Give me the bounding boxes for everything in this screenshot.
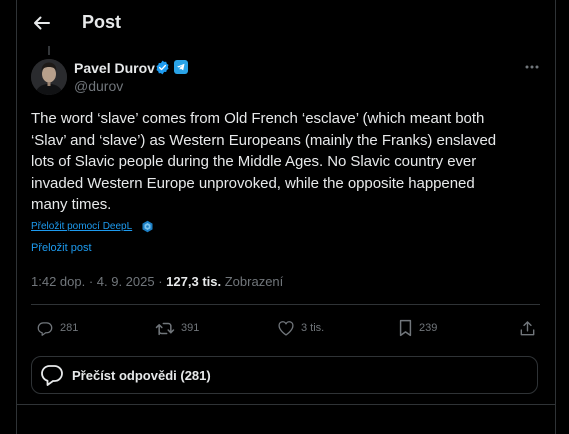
more-options-button[interactable] bbox=[521, 59, 543, 75]
bottom-divider bbox=[17, 404, 555, 405]
views-label: Zobrazení bbox=[224, 274, 284, 289]
bookmark-count: 239 bbox=[419, 322, 438, 334]
read-replies-button[interactable]: Přečíst odpovědi (281) bbox=[31, 356, 538, 394]
author-name[interactable]: Pavel Durov bbox=[74, 60, 155, 76]
page-title: Post bbox=[82, 12, 122, 32]
avatar[interactable] bbox=[31, 59, 67, 95]
post-text-line: invaded Western Europe unprovoked, while… bbox=[31, 174, 475, 192]
repost-count: 391 bbox=[181, 322, 200, 334]
post-meta: 1:42 dop. · 4. 9. 2025 · 127,3 tis. Zobr… bbox=[31, 274, 283, 289]
arrow-left-icon bbox=[33, 16, 50, 30]
avatar-image bbox=[31, 59, 67, 95]
column-border-right bbox=[555, 0, 556, 434]
verified-badge-icon bbox=[156, 60, 169, 75]
thread-line bbox=[48, 46, 50, 55]
reply-count: 281 bbox=[60, 322, 79, 334]
deepl-icon bbox=[142, 220, 153, 233]
back-button[interactable] bbox=[31, 12, 51, 34]
post-text-line: lots of Slavic people during the Middle … bbox=[31, 153, 477, 171]
header: Post bbox=[17, 0, 555, 46]
views-count: 127,3 tis. bbox=[166, 274, 222, 289]
author-handle[interactable]: @durov bbox=[74, 78, 123, 94]
repost-icon bbox=[155, 322, 175, 335]
translate-post-link[interactable]: Přeložit post bbox=[31, 242, 92, 254]
chat-bubble-icon bbox=[41, 365, 63, 386]
deepl-translate-link[interactable]: Přeložit pomocí DeepL bbox=[31, 221, 132, 232]
column-border-left bbox=[16, 0, 17, 434]
heart-icon bbox=[278, 321, 294, 336]
bookmark-icon bbox=[399, 319, 412, 337]
post-timestamp[interactable]: 1:42 dop. · 4. 9. 2025 · bbox=[31, 274, 163, 289]
post-text-line: many times. bbox=[31, 196, 112, 214]
reply-button[interactable]: 281 bbox=[36, 318, 78, 338]
read-replies-label: Přečíst odpovědi (281) bbox=[72, 367, 211, 383]
divider bbox=[31, 304, 540, 305]
share-button[interactable] bbox=[519, 318, 536, 338]
post-text-line: ‘Slav’ and ‘slave’) as Western Europeans… bbox=[31, 131, 497, 149]
like-count: 3 tis. bbox=[301, 322, 325, 334]
telegram-icon bbox=[174, 60, 188, 74]
reply-icon bbox=[37, 321, 53, 336]
like-button[interactable]: 3 tis. bbox=[277, 318, 324, 338]
post-text: The word ‘slave’ comes from Old French ‘… bbox=[31, 108, 536, 216]
repost-button[interactable]: 391 bbox=[155, 318, 199, 338]
more-dots-icon bbox=[525, 65, 539, 69]
post-text-line: The word ‘slave’ comes from Old French ‘… bbox=[31, 110, 485, 127]
bookmark-button[interactable]: 239 bbox=[398, 318, 437, 338]
share-icon bbox=[520, 320, 535, 335]
